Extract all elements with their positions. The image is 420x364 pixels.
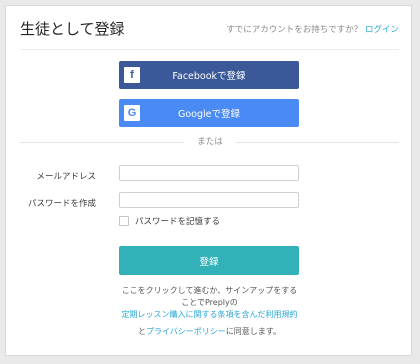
google-icon: G <box>124 105 140 121</box>
login-prompt-text: すでにアカウントをお持ちですか？ <box>226 25 363 35</box>
remember-password-row[interactable]: パスワードを記憶する <box>119 215 220 227</box>
terms-line-1: ここをクリックして進むか、サインアップをする <box>121 286 298 295</box>
terms-line-4-prefix: と <box>137 327 146 336</box>
login-prompt: すでにアカウントをお持ちですか？ ログイン <box>226 23 399 35</box>
facebook-icon: f <box>124 67 140 83</box>
email-label: メールアドレス <box>36 172 96 182</box>
password-label: パスワードを作成 <box>27 199 96 209</box>
password-field[interactable] <box>119 192 299 208</box>
remember-password-checkbox[interactable] <box>119 216 129 226</box>
terms-line-2: ことでPreplyの <box>181 298 238 307</box>
facebook-signup-label: Facebookで登録 <box>172 71 246 82</box>
terms-of-service-link[interactable]: 定期レッスン購入に関する条項を含んだ利用規約 <box>122 310 298 319</box>
privacy-policy-link[interactable]: プライバシーポリシー <box>146 327 226 336</box>
or-divider-right <box>236 142 399 143</box>
signup-dialog: 生徒として登録 すでにアカウントをお持ちですか？ ログイン f Facebook… <box>5 5 412 356</box>
remember-password-label: パスワードを記憶する <box>135 217 221 227</box>
google-signup-button[interactable]: G Googleで登録 <box>119 99 299 127</box>
header-divider <box>20 49 399 50</box>
or-divider-left <box>20 142 184 143</box>
or-divider-text: または <box>197 137 223 147</box>
terms-line-3: 定期レッスン購入に関する条項を含んだ利用規約 <box>66 309 353 320</box>
terms-line-4-suffix: に同意します。 <box>225 327 282 336</box>
terms-line-4: とプライバシーポリシーに同意します。 <box>66 326 353 337</box>
login-link[interactable]: ログイン <box>365 25 399 35</box>
google-signup-label: Googleで登録 <box>177 109 240 120</box>
page-title: 生徒として登録 <box>20 20 125 38</box>
register-button[interactable]: 登録 <box>119 246 299 275</box>
facebook-signup-button[interactable]: f Facebookで登録 <box>119 61 299 89</box>
email-field[interactable] <box>119 165 299 181</box>
